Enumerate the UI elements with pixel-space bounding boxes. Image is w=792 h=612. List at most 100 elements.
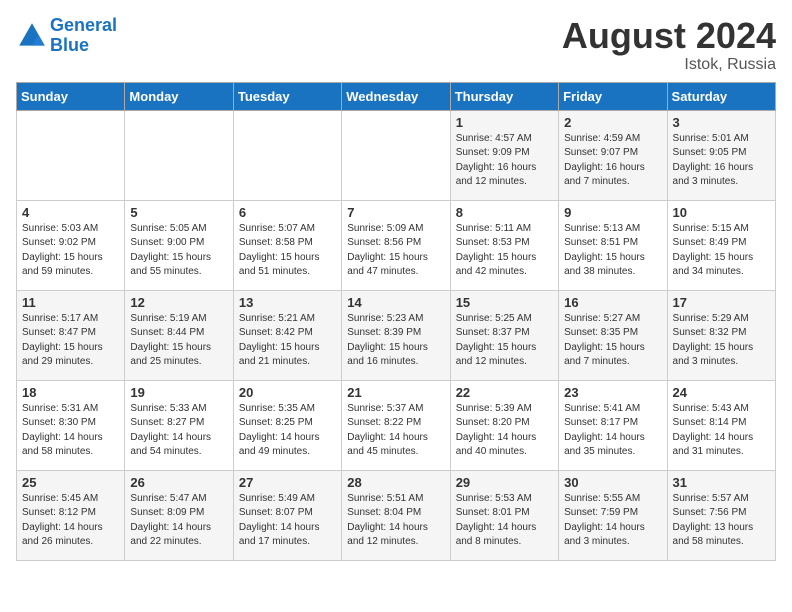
day-cell: 19Sunrise: 5:33 AM Sunset: 8:27 PM Dayli… [125, 380, 233, 470]
day-number: 6 [239, 205, 336, 220]
header-thursday: Thursday [450, 82, 558, 110]
header-sunday: Sunday [17, 82, 125, 110]
day-cell: 27Sunrise: 5:49 AM Sunset: 8:07 PM Dayli… [233, 470, 341, 560]
day-number: 24 [673, 385, 770, 400]
day-cell [342, 110, 450, 200]
day-info: Sunrise: 5:45 AM Sunset: 8:12 PM Dayligh… [22, 492, 119, 550]
day-info: Sunrise: 5:47 AM Sunset: 8:09 PM Dayligh… [130, 492, 227, 550]
day-cell: 9 Sunrise: 5:13 AM Sunset: 8:51 PM Daylig… [559, 200, 667, 290]
day-number: 11 [22, 295, 119, 310]
day-cell [233, 110, 341, 200]
day-info: Sunrise: 5:03 AM Sunset: 9:02 PM Dayligh… [22, 222, 119, 280]
day-number: 9 [564, 205, 661, 220]
header-saturday: Saturday [667, 82, 775, 110]
day-info: Sunrise: 5:17 AM Sunset: 8:47 PM Dayligh… [22, 312, 119, 370]
day-number: 5 [130, 205, 227, 220]
day-cell: 6 Sunrise: 5:07 AM Sunset: 8:58 PM Daylig… [233, 200, 341, 290]
day-cell: 26 Sunrise: 5:47 AM Sunset: 8:09 PM Dayli… [125, 470, 233, 560]
day-cell: 18 Sunrise: 5:31 AM Sunset: 8:30 PM Dayli… [17, 380, 125, 470]
day-cell: 1 Sunrise: 4:57 AM Sunset: 9:09 PM Daylig… [450, 110, 558, 200]
day-info: Sunrise: 4:57 AM Sunset: 9:09 PM Dayligh… [456, 132, 553, 190]
day-cell: 7 Sunrise: 5:09 AM Sunset: 8:56 PM Daylig… [342, 200, 450, 290]
header-friday: Friday [559, 82, 667, 110]
day-cell: 17Sunrise: 5:29 AM Sunset: 8:32 PM Dayli… [667, 290, 775, 380]
day-number: 12 [130, 295, 227, 310]
day-info: Sunrise: 5:31 AM Sunset: 8:30 PM Dayligh… [22, 402, 119, 460]
day-info: Sunrise: 5:33 AM Sunset: 8:27 PM Dayligh… [130, 402, 227, 460]
day-info: Sunrise: 5:51 AM Sunset: 8:04 PM Dayligh… [347, 492, 444, 550]
day-cell: 10 Sunrise: 5:15 AM Sunset: 8:49 PM Dayli… [667, 200, 775, 290]
day-info: Sunrise: 5:53 AM Sunset: 8:01 PM Dayligh… [456, 492, 553, 550]
day-info: Sunrise: 5:09 AM Sunset: 8:56 PM Dayligh… [347, 222, 444, 280]
day-info: Sunrise: 5:13 AM Sunset: 8:51 PM Dayligh… [564, 222, 661, 280]
week-row-4: 18 Sunrise: 5:31 AM Sunset: 8:30 PM Dayli… [17, 380, 776, 470]
day-info: Sunrise: 5:21 AM Sunset: 8:42 PM Dayligh… [239, 312, 336, 370]
day-cell: 28Sunrise: 5:51 AM Sunset: 8:04 PM Dayli… [342, 470, 450, 560]
day-number: 3 [673, 115, 770, 130]
day-cell: 13 Sunrise: 5:21 AM Sunset: 8:42 PM Dayli… [233, 290, 341, 380]
day-info: Sunrise: 5:27 AM Sunset: 8:35 PM Dayligh… [564, 312, 661, 370]
logo: General Blue [16, 16, 117, 56]
day-info: Sunrise: 5:11 AM Sunset: 8:53 PM Dayligh… [456, 222, 553, 280]
day-info: Sunrise: 4:59 AM Sunset: 9:07 PM Dayligh… [564, 132, 661, 190]
title-block: August 2024 Istok, Russia [562, 16, 776, 74]
day-number: 1 [456, 115, 553, 130]
week-row-1: 1 Sunrise: 4:57 AM Sunset: 9:09 PM Daylig… [17, 110, 776, 200]
day-number: 27 [239, 475, 336, 490]
day-info: Sunrise: 5:23 AM Sunset: 8:39 PM Dayligh… [347, 312, 444, 370]
week-row-3: 11 Sunrise: 5:17 AM Sunset: 8:47 PM Dayli… [17, 290, 776, 380]
day-cell: 24 Sunrise: 5:43 AM Sunset: 8:14 PM Dayli… [667, 380, 775, 470]
day-info: Sunrise: 5:01 AM Sunset: 9:05 PM Dayligh… [673, 132, 770, 190]
day-number: 16 [564, 295, 661, 310]
logo-line2: Blue [50, 36, 117, 56]
day-number: 10 [673, 205, 770, 220]
day-number: 13 [239, 295, 336, 310]
day-info: Sunrise: 5:07 AM Sunset: 8:58 PM Dayligh… [239, 222, 336, 280]
day-cell: 5 Sunrise: 5:05 AM Sunset: 9:00 PM Daylig… [125, 200, 233, 290]
day-info: Sunrise: 5:57 AM Sunset: 7:56 PM Dayligh… [673, 492, 770, 550]
page-header: General Blue August 2024 Istok, Russia [16, 16, 776, 74]
day-info: Sunrise: 5:39 AM Sunset: 8:20 PM Dayligh… [456, 402, 553, 460]
day-info: Sunrise: 5:15 AM Sunset: 8:49 PM Dayligh… [673, 222, 770, 280]
day-number: 26 [130, 475, 227, 490]
day-cell: 29Sunrise: 5:53 AM Sunset: 8:01 PM Dayli… [450, 470, 558, 560]
week-row-5: 25 Sunrise: 5:45 AM Sunset: 8:12 PM Dayli… [17, 470, 776, 560]
header-monday: Monday [125, 82, 233, 110]
month-year: August 2024 [562, 16, 776, 56]
day-number: 4 [22, 205, 119, 220]
calendar-table: SundayMondayTuesdayWednesdayThursdayFrid… [16, 82, 776, 561]
day-cell: 12Sunrise: 5:19 AM Sunset: 8:44 PM Dayli… [125, 290, 233, 380]
location: Istok, Russia [562, 56, 776, 74]
day-number: 25 [22, 475, 119, 490]
day-info: Sunrise: 5:05 AM Sunset: 9:00 PM Dayligh… [130, 222, 227, 280]
day-number: 8 [456, 205, 553, 220]
day-cell: 4 Sunrise: 5:03 AM Sunset: 9:02 PM Daylig… [17, 200, 125, 290]
logo-icon [16, 20, 48, 52]
day-cell: 25 Sunrise: 5:45 AM Sunset: 8:12 PM Dayli… [17, 470, 125, 560]
day-cell: 8 Sunrise: 5:11 AM Sunset: 8:53 PM Daylig… [450, 200, 558, 290]
day-number: 21 [347, 385, 444, 400]
day-info: Sunrise: 5:29 AM Sunset: 8:32 PM Dayligh… [673, 312, 770, 370]
day-cell: 22 Sunrise: 5:39 AM Sunset: 8:20 PM Dayli… [450, 380, 558, 470]
day-number: 15 [456, 295, 553, 310]
day-info: Sunrise: 5:41 AM Sunset: 8:17 PM Dayligh… [564, 402, 661, 460]
day-cell: 21Sunrise: 5:37 AM Sunset: 8:22 PM Dayli… [342, 380, 450, 470]
day-number: 23 [564, 385, 661, 400]
day-number: 30 [564, 475, 661, 490]
header-tuesday: Tuesday [233, 82, 341, 110]
day-cell: 2Sunrise: 4:59 AM Sunset: 9:07 PM Daylig… [559, 110, 667, 200]
day-cell: 3 Sunrise: 5:01 AM Sunset: 9:05 PM Daylig… [667, 110, 775, 200]
day-info: Sunrise: 5:43 AM Sunset: 8:14 PM Dayligh… [673, 402, 770, 460]
day-number: 20 [239, 385, 336, 400]
day-number: 7 [347, 205, 444, 220]
day-cell [125, 110, 233, 200]
day-number: 18 [22, 385, 119, 400]
calendar-header-row: SundayMondayTuesdayWednesdayThursdayFrid… [17, 82, 776, 110]
day-cell: 15Sunrise: 5:25 AM Sunset: 8:37 PM Dayli… [450, 290, 558, 380]
logo-line1: General [50, 16, 117, 36]
day-number: 22 [456, 385, 553, 400]
day-cell: 31Sunrise: 5:57 AM Sunset: 7:56 PM Dayli… [667, 470, 775, 560]
week-row-2: 4 Sunrise: 5:03 AM Sunset: 9:02 PM Daylig… [17, 200, 776, 290]
header-wednesday: Wednesday [342, 82, 450, 110]
day-cell: 30Sunrise: 5:55 AM Sunset: 7:59 PM Dayli… [559, 470, 667, 560]
